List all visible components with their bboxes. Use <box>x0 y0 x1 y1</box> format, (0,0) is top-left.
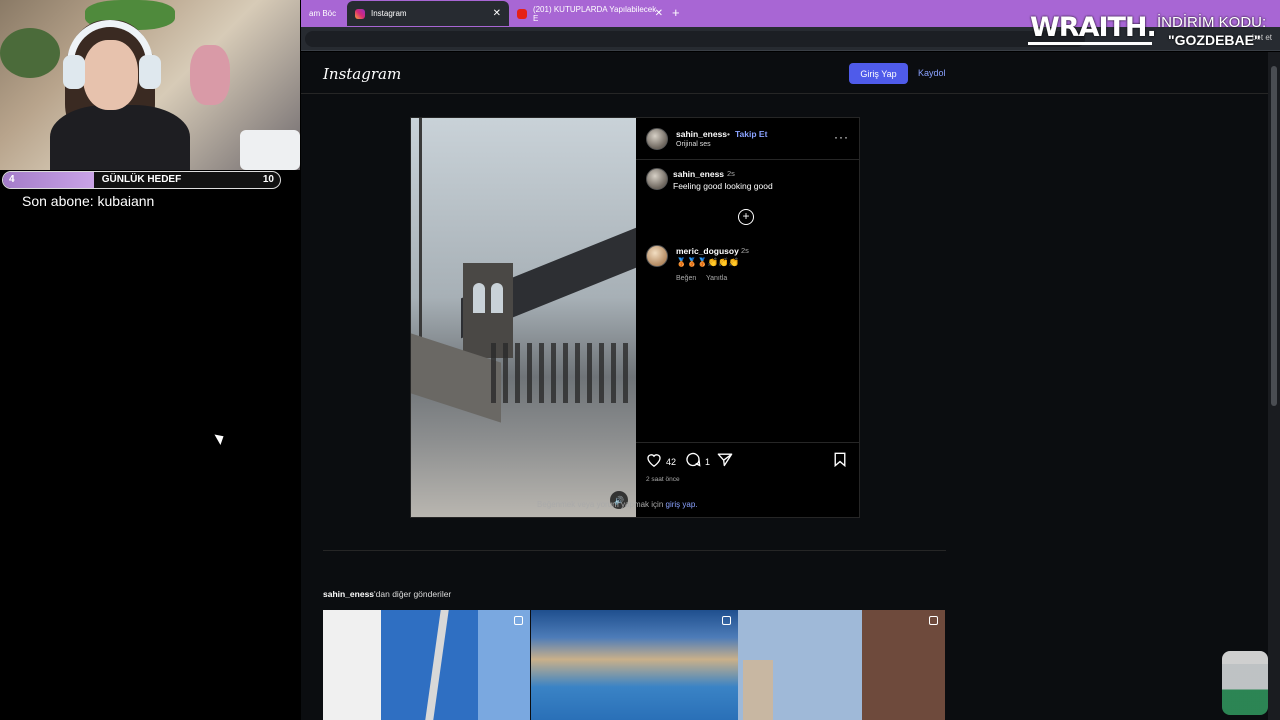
plush-toy <box>0 28 60 78</box>
plush-toy <box>190 45 230 105</box>
caption-author[interactable]: sahin_eness <box>673 169 724 179</box>
youtube-favicon-icon <box>517 8 527 19</box>
page-scrollbar[interactable] <box>1268 52 1280 720</box>
post-video[interactable]: 🔊 <box>411 118 636 517</box>
candy-jar-overlay <box>1222 651 1268 715</box>
carousel-icon <box>722 616 731 625</box>
post-details: sahin_eness • Takip Et Orijinal ses ··· … <box>636 118 859 517</box>
comment-time: 2s <box>741 246 749 255</box>
comment-author[interactable]: meric_dogusoy <box>676 246 739 256</box>
bookmark-icon[interactable] <box>833 452 847 472</box>
sponsor-underline <box>1028 42 1152 45</box>
url-field[interactable] <box>305 31 1085 47</box>
caption-text: Feeling good looking good <box>673 181 773 191</box>
separator-dot: • <box>727 129 730 139</box>
streamer <box>50 10 190 170</box>
more-options-icon[interactable]: ··· <box>834 130 849 144</box>
post-thumbnail[interactable] <box>738 610 945 720</box>
more-posts-suffix: 'dan diğer gönderiler <box>374 589 452 599</box>
post-age: 2 saat önce <box>646 476 680 483</box>
post-header: sahin_eness • Takip Et Orijinal ses ··· <box>636 118 859 160</box>
avatar[interactable] <box>646 128 668 150</box>
more-posts-title: sahin_eness'dan diğer gönderiler <box>323 589 451 599</box>
more-posts-user[interactable]: sahin_eness <box>323 589 374 599</box>
caption-time: 2s <box>727 169 735 178</box>
ig-header: Instagram Giriş Yap Kaydol <box>301 52 1268 94</box>
close-tab-icon[interactable]: ✕ <box>655 8 663 19</box>
instagram-favicon-icon <box>355 8 365 19</box>
carousel-icon <box>514 616 523 625</box>
login-prompt-text: Beğenmek veya yorum yapmak için <box>537 500 666 509</box>
promo-code: "GOZDEBAE" <box>1168 32 1261 48</box>
comment-reply-link[interactable]: Yanıtla <box>706 275 727 282</box>
post-author[interactable]: sahin_eness <box>676 129 727 139</box>
mouse-cursor-icon <box>214 431 227 445</box>
carousel-icon <box>929 616 938 625</box>
post-thumbnail[interactable] <box>323 610 530 720</box>
tab-instagram[interactable]: Instagram ✕ <box>347 1 509 26</box>
follow-button[interactable]: Takip Et <box>735 129 767 139</box>
tab-label: (201) KUTUPLARDA Yapılabilecek E <box>532 4 657 23</box>
tab-youtube[interactable]: (201) KUTUPLARDA Yapılabilecek E ✕ <box>509 1 671 26</box>
sponsor-logo: WRAITH. <box>1030 12 1157 43</box>
goal-title: GÜNLÜK HEDEF <box>101 174 182 185</box>
instagram-page: Instagram Giriş Yap Kaydol 🔊 sahin_eness… <box>301 52 1268 720</box>
instagram-logo[interactable]: Instagram <box>323 65 401 83</box>
login-button[interactable]: Giriş Yap <box>849 63 908 84</box>
scrollbar-thumb[interactable] <box>1271 66 1277 406</box>
tab-label: Instagram <box>371 9 407 18</box>
login-prompt: Beğenmek veya yorum yapmak için giriş ya… <box>537 500 698 509</box>
signup-link[interactable]: Kaydol <box>918 68 946 78</box>
webcam-feed <box>0 0 300 170</box>
post-thumbnail[interactable] <box>531 610 738 720</box>
new-tab-button[interactable]: + <box>672 5 680 20</box>
audio-label[interactable]: Orijinal ses <box>676 141 711 148</box>
comment-icon[interactable] <box>685 452 701 472</box>
goal-target: 10 <box>262 174 274 185</box>
like-count: 42 <box>666 457 677 467</box>
heart-icon[interactable] <box>646 452 662 472</box>
comment-like-link[interactable]: Beğen <box>676 275 696 282</box>
login-prompt-link[interactable]: giriş yap. <box>666 500 698 509</box>
comment-count: 1 <box>705 457 711 467</box>
load-more-comments-icon[interactable]: + <box>738 209 754 225</box>
avatar[interactable] <box>646 168 668 190</box>
section-divider <box>323 550 946 551</box>
post-card: 🔊 sahin_eness • Takip Et Orijinal ses ··… <box>410 117 860 518</box>
monitor <box>240 130 300 170</box>
stream-overlay: 4 GÜNLÜK HEDEF 10 Son abone: kubaiann <box>0 0 301 720</box>
daily-goal-bar: 4 GÜNLÜK HEDEF 10 <box>2 171 281 189</box>
last-subscriber: Son abone: kubaiann <box>22 193 155 209</box>
avatar[interactable] <box>646 245 668 267</box>
tab-previous[interactable]: am Böc <box>301 1 345 26</box>
promo-label: İNDİRİM KODU: <box>1157 14 1267 31</box>
close-tab-icon[interactable]: ✕ <box>493 8 501 19</box>
share-icon[interactable] <box>717 452 733 472</box>
comment-text: 🥉🥉🥉👏👏👏 <box>676 257 740 267</box>
tab-label: am Böc <box>309 9 337 18</box>
